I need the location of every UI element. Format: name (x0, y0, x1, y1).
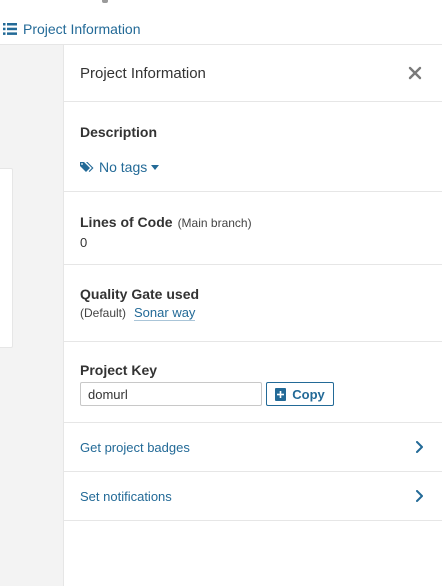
close-icon[interactable] (408, 66, 422, 80)
lines-of-code-section: Lines of Code (Main branch) 0 (64, 192, 442, 265)
project-information-panel: Project Information Description No tags … (63, 45, 442, 586)
quality-gate-link[interactable]: Sonar way (134, 305, 196, 321)
project-information-link[interactable]: Project Information (3, 21, 141, 37)
project-key-section: Project Key Copy (64, 342, 442, 423)
lines-of-code-value: 0 (80, 235, 88, 250)
top-bar: Project Information (0, 0, 442, 45)
panel-title: Project Information (80, 65, 206, 82)
copy-icon (275, 387, 287, 401)
project-key-input[interactable] (80, 382, 262, 406)
description-section: Description No tags (64, 102, 442, 192)
chevron-down-icon (151, 164, 160, 170)
tags-icon (80, 162, 94, 172)
description-title: Description (80, 124, 158, 140)
top-edge-marker (102, 0, 108, 3)
quality-gate-default-label: (Default) (80, 306, 127, 320)
background-card (0, 168, 13, 348)
quality-gate-title: Quality Gate used (80, 286, 200, 302)
lines-of-code-title: Lines of Code (Main branch) (80, 214, 252, 230)
get-project-badges-label: Get project badges (80, 440, 190, 455)
project-information-link-label: Project Information (23, 21, 141, 37)
tags-dropdown[interactable]: No tags (80, 159, 160, 175)
set-notifications-label: Set notifications (80, 489, 172, 504)
lines-of-code-qualifier: (Main branch) (177, 216, 252, 230)
copy-button-label: Copy (292, 386, 325, 402)
quality-gate-line: (Default) Sonar way (80, 305, 196, 321)
set-notifications-link[interactable]: Set notifications (64, 472, 442, 521)
get-project-badges-link[interactable]: Get project badges (64, 423, 442, 472)
chevron-right-icon (416, 490, 423, 502)
list-icon (3, 23, 17, 35)
chevron-right-icon (416, 441, 423, 453)
panel-header: Project Information (64, 45, 442, 102)
copy-button[interactable]: Copy (266, 382, 334, 406)
tags-label: No tags (99, 159, 148, 175)
project-key-title: Project Key (80, 362, 158, 378)
quality-gate-section: Quality Gate used (Default) Sonar way (64, 265, 442, 342)
lines-of-code-label: Lines of Code (80, 214, 173, 230)
